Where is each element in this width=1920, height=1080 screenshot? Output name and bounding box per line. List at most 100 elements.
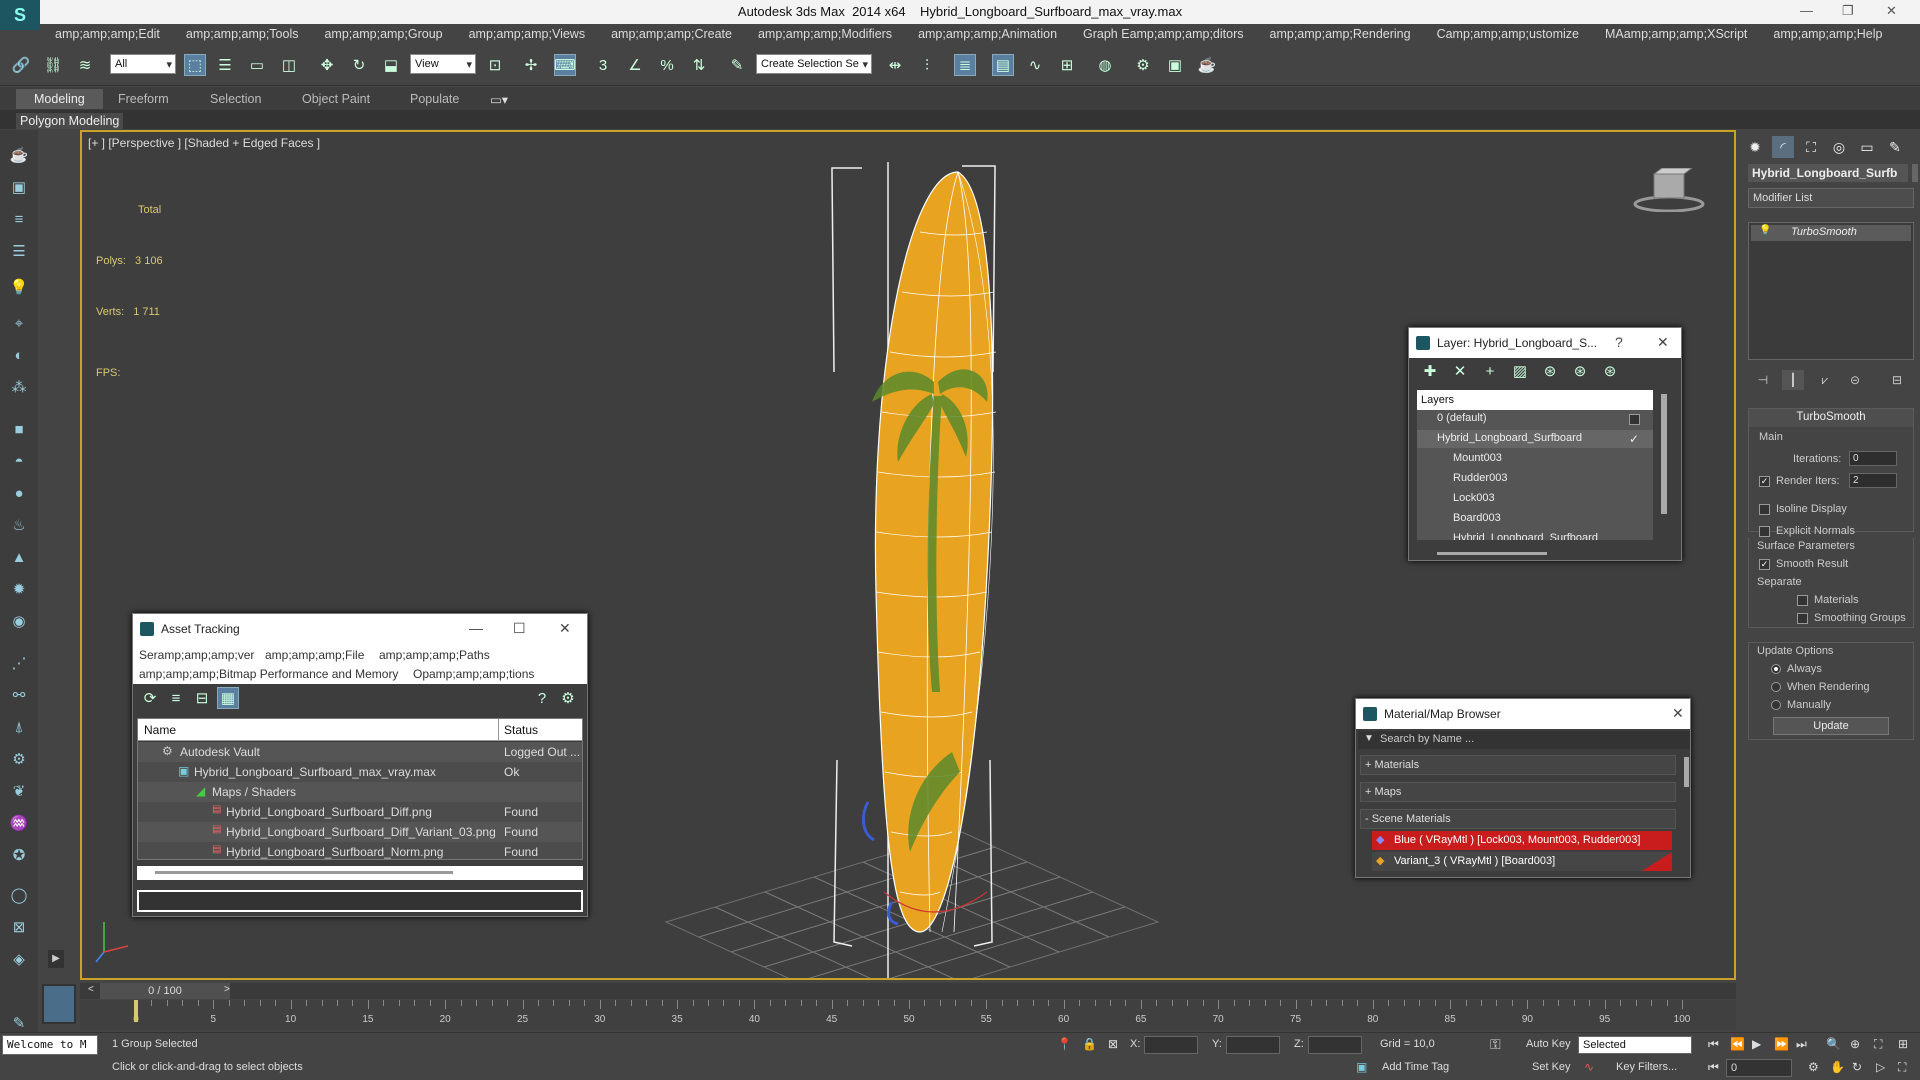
menu-tools[interactable]: amp;amp;amp;Tools xyxy=(186,24,299,46)
layer-close-icon[interactable]: ✕ xyxy=(1657,334,1669,351)
layer-item-mount[interactable]: Mount003 xyxy=(1453,452,1502,464)
layer-help-button[interactable]: ? xyxy=(1615,334,1623,350)
window-crossing-icon[interactable]: ◫ xyxy=(278,54,300,76)
menu-rendering[interactable]: amp;amp;amp;Rendering xyxy=(1270,24,1411,46)
search-options-icon[interactable]: ▼ xyxy=(1364,733,1374,744)
x-coordinate-field[interactable] xyxy=(1144,1036,1198,1054)
align-icon[interactable]: ⫶ xyxy=(916,54,938,76)
show-end-result-icon[interactable]: ┃ xyxy=(1782,370,1804,390)
layer-item-lock[interactable]: Lock003 xyxy=(1453,492,1495,504)
cone-icon[interactable]: ▲ xyxy=(8,546,30,568)
time-slider[interactable]: < 0 / 100 > xyxy=(80,983,1736,999)
tab-object-paint[interactable]: Object Paint xyxy=(302,92,370,106)
lights-icon[interactable]: 💡 xyxy=(8,276,30,298)
material-editor-icon[interactable]: ◍ xyxy=(1094,54,1116,76)
scale-icon[interactable]: ⬓ xyxy=(380,54,402,76)
smoothing-groups-checkbox[interactable] xyxy=(1797,612,1808,624)
always-radio[interactable] xyxy=(1771,664,1781,675)
material-item-blue[interactable]: ◆ Blue ( VRayMtl ) [Lock003, Mount003, R… xyxy=(1372,831,1672,850)
layer-item-surfboard[interactable]: Hybrid_Longboard_Surfboard xyxy=(1437,432,1582,444)
refresh-icon[interactable]: ⟳ xyxy=(139,687,161,709)
sun-icon[interactable]: ✹ xyxy=(8,578,30,600)
material-item-variant[interactable]: ◆ Variant_3 ( VRayMtl ) [Board003] xyxy=(1372,852,1672,871)
move-icon[interactable]: ✥ xyxy=(316,54,338,76)
select-manipulate-icon[interactable]: ✢ xyxy=(520,54,542,76)
create-tab-icon[interactable]: ✹ xyxy=(1744,136,1766,158)
scene-explorer-icon[interactable]: ≡ xyxy=(8,208,30,230)
asset-maximize-icon[interactable]: ☐ xyxy=(513,620,526,637)
curve-editor-icon[interactable]: ∿ xyxy=(1024,54,1046,76)
asset-settings-icon[interactable]: ⚙ xyxy=(557,687,579,709)
expand-left-arrow-icon[interactable]: ▶ xyxy=(48,950,64,968)
isolate-icon[interactable]: 🔒 xyxy=(1082,1037,1097,1051)
named-selection-set-select[interactable]: Create Selection Se xyxy=(756,54,872,74)
prev-frame-icon[interactable]: ⏪ xyxy=(1730,1037,1745,1051)
key-selection-select[interactable]: Selected xyxy=(1578,1036,1692,1054)
sphere-half-icon[interactable]: ◓ xyxy=(8,450,30,472)
freeze-all-icon[interactable]: ⊛ xyxy=(1599,360,1621,382)
hair-icon[interactable]: ⋰ xyxy=(8,652,30,674)
asset-path-field[interactable] xyxy=(137,890,583,912)
update-button[interactable]: Update xyxy=(1773,717,1889,735)
material-search-input[interactable]: Search by Name ... xyxy=(1380,733,1474,745)
asset-menu-server[interactable]: Seramp;amp;amp;ver xyxy=(139,648,254,662)
bind-spacewarp-icon[interactable]: ≋ xyxy=(74,54,96,76)
table-row[interactable]: ◢ Maps / Shaders xyxy=(138,782,582,802)
snaps-icon[interactable]: 3 xyxy=(592,54,614,76)
render-icon[interactable]: ▣ xyxy=(8,176,30,198)
link-icon[interactable]: 🔗 xyxy=(10,54,32,76)
mirror-icon[interactable]: ⇹ xyxy=(884,54,906,76)
lock-selection-icon[interactable]: 📍 xyxy=(1057,1037,1072,1051)
asset-help-icon[interactable]: ? xyxy=(531,687,553,709)
menu-maxscript[interactable]: MAamp;amp;amp;XScript xyxy=(1605,24,1747,46)
schematic-view-icon[interactable]: ⊞ xyxy=(1056,54,1078,76)
set-key-icon[interactable]: ∿ xyxy=(1584,1060,1594,1074)
tab-freeform[interactable]: Freeform xyxy=(118,92,169,106)
mini-curve-editor-icon[interactable] xyxy=(42,984,76,1024)
asset-horizontal-scrollbar[interactable] xyxy=(137,866,583,880)
explicit-normals-checkbox[interactable] xyxy=(1759,525,1770,537)
stack-item-turbosmooth[interactable]: TurboSmooth xyxy=(1751,225,1911,241)
auto-key-button[interactable]: Auto Key xyxy=(1526,1038,1571,1050)
menu-animation[interactable]: amp;amp;amp;Animation xyxy=(918,24,1057,46)
layer-item-board[interactable]: Board003 xyxy=(1453,512,1501,524)
menu-views[interactable]: amp;amp;amp;Views xyxy=(469,24,586,46)
teapot-icon[interactable]: ☕ xyxy=(8,144,30,166)
tab-modeling[interactable]: Modeling xyxy=(16,89,103,109)
tab-selection[interactable]: Selection xyxy=(210,92,261,106)
pivot-center-icon[interactable]: ⊡ xyxy=(484,54,506,76)
script-icon[interactable]: ✎ xyxy=(8,1012,30,1034)
pan-view-icon[interactable]: ✋ xyxy=(1830,1060,1845,1074)
time-slider-handle[interactable]: 0 / 100 xyxy=(100,983,230,999)
asset-menu-file[interactable]: amp;amp;amp;File xyxy=(265,648,364,662)
active-layer-check-icon[interactable]: ✓ xyxy=(1629,432,1639,446)
angle-snap-icon[interactable]: ∠ xyxy=(624,54,646,76)
list-view-icon[interactable]: ≡ xyxy=(165,687,187,709)
hide-all-icon[interactable]: ⊛ xyxy=(1569,360,1591,382)
rotate-icon[interactable]: ↻ xyxy=(348,54,370,76)
app-logo-icon[interactable]: S xyxy=(0,0,40,30)
layers-header[interactable]: Layers xyxy=(1417,390,1653,410)
col-status[interactable]: Status xyxy=(504,723,538,737)
spinner-snap-icon[interactable]: ⇅ xyxy=(688,54,710,76)
add-to-layer-icon[interactable]: + xyxy=(1479,360,1501,382)
materials-group[interactable]: + Materials xyxy=(1360,755,1676,775)
z-coordinate-field[interactable] xyxy=(1308,1036,1362,1054)
asset-minimize-icon[interactable]: — xyxy=(469,620,483,636)
table-row[interactable]: ▤ Hybrid_Longboard_Surfboard_Diff.png Fo… xyxy=(138,802,582,822)
rollout-title[interactable]: TurboSmooth xyxy=(1749,409,1913,427)
select-by-name-icon[interactable]: ☰ xyxy=(214,54,236,76)
track-bar[interactable]: 0510152025303540455055606570758085909510… xyxy=(80,1000,1736,1030)
goto-end-icon[interactable]: ⏭ xyxy=(1796,1037,1807,1052)
hierarchy-tab-icon[interactable]: ⛶ xyxy=(1800,136,1822,158)
highlight-layer-icon[interactable]: ⊛ xyxy=(1539,360,1561,382)
camera-icon[interactable]: ⌖ xyxy=(8,312,30,334)
close-icon[interactable]: ✕ xyxy=(1886,3,1897,19)
select-object-icon[interactable]: ⬚ xyxy=(184,54,206,76)
object-name-field[interactable]: Hybrid_Longboard_Surfb xyxy=(1748,164,1908,182)
menu-help[interactable]: amp;amp;amp;Help xyxy=(1773,24,1882,46)
zoom-extents-all-icon[interactable]: ⊞ xyxy=(1898,1037,1908,1051)
teapot-small-icon[interactable]: ♨ xyxy=(8,514,30,536)
scene-materials-group[interactable]: - Scene Materials xyxy=(1360,809,1676,829)
smooth-result-checkbox[interactable]: ✓ xyxy=(1759,558,1770,570)
